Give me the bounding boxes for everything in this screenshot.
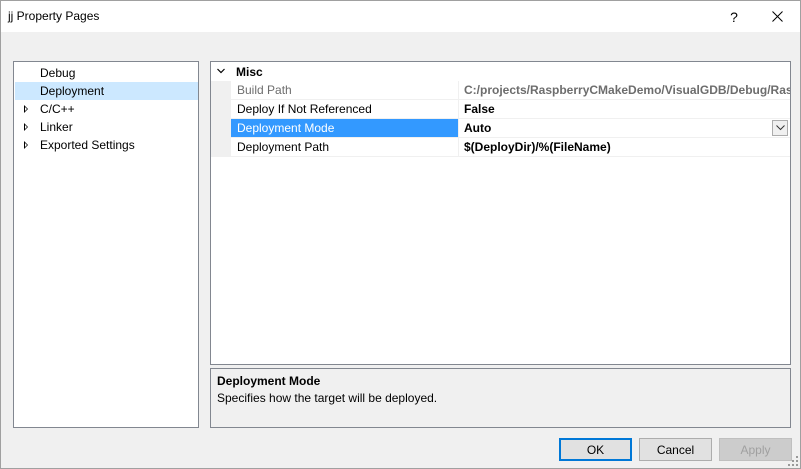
tree-item-label: Linker	[40, 120, 73, 134]
description-text: Specifies how the target will be deploye…	[217, 391, 438, 405]
property-row-deployment-mode[interactable]: Deployment Mode Auto	[231, 119, 790, 138]
resize-grip-icon[interactable]	[788, 456, 798, 466]
tree-item-label: C/C++	[40, 102, 75, 116]
property-row-deploy-if-not-referenced[interactable]: Deploy If Not Referenced False	[231, 100, 790, 119]
expand-arrow-icon[interactable]	[24, 105, 28, 113]
property-name: Build Path	[231, 81, 459, 99]
description-title: Deployment Mode	[217, 374, 321, 388]
property-row-deployment-path[interactable]: Deployment Path $(DeployDir)/%(FileName)	[231, 138, 790, 157]
property-value-dropdown[interactable]: Auto	[460, 119, 790, 137]
property-row-build-path[interactable]: Build Path C:/projects/RaspberryCMakeDem…	[231, 81, 790, 100]
tree-item-debug[interactable]: Debug	[15, 64, 198, 82]
property-grid: Misc Build Path C:/projects/RaspberryCMa…	[210, 61, 791, 365]
tree-item-deployment[interactable]: Deployment	[15, 82, 198, 100]
property-value[interactable]: $(DeployDir)/%(FileName)	[460, 138, 790, 156]
category-label: Misc	[236, 65, 263, 79]
title-bar: jj Property Pages ?	[1, 1, 800, 32]
tree-item-linker[interactable]: Linker	[15, 118, 198, 136]
help-button[interactable]: ?	[711, 1, 757, 32]
tree-item-cpp[interactable]: C/C++	[15, 100, 198, 118]
category-row-misc[interactable]: Misc	[211, 62, 790, 81]
property-name: Deployment Path	[231, 138, 459, 156]
chevron-down-icon	[776, 125, 785, 131]
expand-arrow-icon[interactable]	[24, 141, 28, 149]
apply-button[interactable]: Apply	[719, 438, 792, 461]
configuration-tree: Debug Deployment C/C++ Linker Exported S…	[13, 61, 199, 428]
close-button[interactable]	[754, 1, 800, 32]
tree-item-label: Debug	[40, 66, 76, 80]
property-name: Deploy If Not Referenced	[231, 100, 459, 118]
expand-arrow-icon[interactable]	[24, 123, 28, 131]
dropdown-value: Auto	[464, 121, 492, 135]
property-name: Deployment Mode	[231, 119, 459, 137]
tree-item-exported-settings[interactable]: Exported Settings	[15, 136, 198, 154]
ok-button[interactable]: OK	[559, 438, 632, 461]
tree-item-label: Deployment	[40, 84, 105, 98]
grid-gutter	[211, 81, 231, 157]
property-value[interactable]: False	[460, 100, 790, 118]
description-panel: Deployment Mode Specifies how the target…	[210, 368, 791, 428]
property-pages-dialog: jj Property Pages ? Debug Deployment C/C…	[0, 0, 801, 469]
cancel-button[interactable]: Cancel	[639, 438, 712, 461]
dropdown-button[interactable]	[772, 120, 788, 136]
chevron-down-icon[interactable]	[217, 67, 225, 75]
tree-item-label: Exported Settings	[40, 138, 135, 152]
window-title: jj Property Pages	[8, 9, 100, 23]
close-icon	[771, 11, 783, 22]
property-value: C:/projects/RaspberryCMakeDemo/VisualGDB…	[464, 83, 790, 97]
